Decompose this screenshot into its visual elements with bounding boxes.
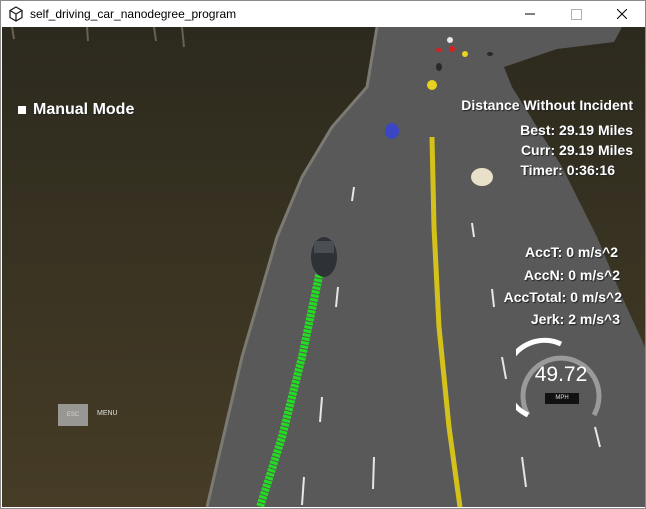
speed-unit: MPH — [545, 393, 579, 404]
jerk: Jerk: 2 m/s^3 — [530, 311, 620, 327]
acc-normal: AccN: 0 m/s^2 — [523, 267, 620, 283]
menu-label: MENU — [97, 410, 118, 417]
app-window: self_driving_car_nanodegree_program Manu… — [0, 0, 646, 509]
mode-label: Manual Mode — [33, 101, 135, 118]
minimize-icon — [525, 13, 535, 15]
ego-car — [311, 237, 337, 277]
esc-button[interactable]: ESC — [58, 404, 88, 426]
timer: Timer: 0:36:16 — [520, 162, 615, 178]
simulator-viewport[interactable]: Manual Mode Distance Without Incident Be… — [2, 27, 645, 507]
speed-value: 49.72 — [534, 363, 588, 386]
close-icon — [617, 9, 627, 19]
mode-indicator: Manual Mode — [18, 101, 134, 119]
best-distance: Best: 29.19 Miles — [520, 122, 633, 138]
window-title: self_driving_car_nanodegree_program — [30, 7, 237, 21]
maximize-icon — [570, 8, 582, 20]
maximize-button[interactable] — [553, 1, 599, 27]
close-button[interactable] — [599, 1, 645, 27]
title-bar[interactable]: self_driving_car_nanodegree_program — [1, 1, 645, 27]
acc-tangential: AccT: 0 m/s^2 — [525, 244, 618, 260]
current-distance: Curr: 29.19 Miles — [520, 142, 633, 158]
distance-heading: Distance Without Incident — [461, 97, 633, 113]
unity-icon — [9, 6, 23, 22]
minimize-button[interactable] — [507, 1, 553, 27]
acc-total: AccTotal: 0 m/s^2 — [503, 289, 622, 305]
mode-bullet-icon — [18, 106, 26, 114]
